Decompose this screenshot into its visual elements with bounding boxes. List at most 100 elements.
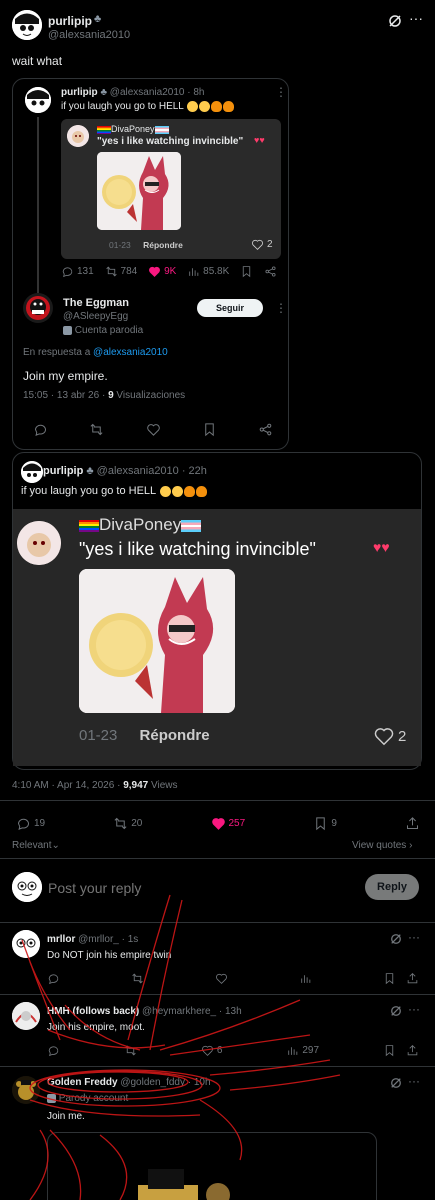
- reply-name[interactable]: mrllor: [47, 934, 75, 945]
- reply-count[interactable]: 131: [61, 265, 94, 278]
- reply-name[interactable]: HMH (follows back): [47, 1006, 139, 1017]
- reply-handle-time: @mrllor_ · 1s: [78, 934, 139, 945]
- second-inner-quote-text: "yes i like watching invincible": [79, 539, 316, 559]
- follow-button[interactable]: Seguir: [197, 299, 263, 317]
- reply-text: Join his empire, moot.: [47, 1022, 145, 1033]
- fire-emoji-icon: [195, 485, 207, 497]
- reply-icon[interactable]: [33, 422, 48, 437]
- laughing-emoji-icon: [171, 485, 183, 497]
- views-icon[interactable]: [299, 972, 312, 985]
- compose-avatar[interactable]: [12, 872, 42, 902]
- inner-quote-likes[interactable]: 2: [251, 238, 273, 251]
- reply-text: Do NOT join his empire twin: [47, 950, 172, 961]
- broken-heart-icon: ♥♥: [373, 539, 390, 555]
- share-icon[interactable]: [405, 816, 420, 831]
- post-reply-count[interactable]: 19: [16, 816, 45, 831]
- more-options-icon[interactable]: ···: [408, 930, 420, 944]
- inner-quote-date: 01-23: [109, 240, 131, 250]
- reply-name[interactable]: Golden Freddy: [47, 1077, 118, 1088]
- reply-avatar[interactable]: [12, 930, 40, 958]
- bookmark-icon[interactable]: [383, 1044, 396, 1057]
- grok-icon[interactable]: [390, 933, 402, 948]
- reply-button[interactable]: Reply: [365, 874, 419, 900]
- sort-relevant[interactable]: Relevant⌄: [12, 840, 60, 851]
- fire-emoji-icon: [223, 101, 235, 112]
- eggman-name[interactable]: The Eggman: [63, 297, 129, 309]
- repost-count[interactable]: 784: [105, 265, 137, 278]
- reply-icon[interactable]: [47, 1044, 60, 1057]
- heart-icon: [374, 728, 394, 746]
- reply-avatar[interactable]: [12, 1076, 40, 1104]
- reply-parody-label: Parody account: [58, 1093, 129, 1104]
- bookmark-icon[interactable]: [240, 265, 253, 278]
- parody-mask-icon: [63, 325, 72, 335]
- reply-media-card[interactable]: [47, 1132, 377, 1200]
- view-count[interactable]: 297: [286, 1044, 319, 1057]
- post-like-count[interactable]: 257: [211, 816, 245, 831]
- second-inner-quote-likes[interactable]: 2: [373, 725, 406, 747]
- post-repost-count[interactable]: 20: [113, 816, 142, 831]
- share-icon[interactable]: [258, 422, 273, 437]
- like-count[interactable]: 6: [201, 1044, 222, 1057]
- quoted-thread-card[interactable]: purlipip ♣ @alexsania2010 · 8h ⋮ if you …: [12, 78, 289, 450]
- post-stats-row: 19 20 257 9: [16, 816, 420, 831]
- main-post-handle[interactable]: @alexsania2010: [48, 29, 130, 41]
- in-reply-handle-link[interactable]: @alexsania2010: [93, 347, 168, 358]
- repost-icon[interactable]: [131, 972, 144, 985]
- eggman-views-label: Visualizaciones: [116, 390, 186, 401]
- grok-icon[interactable]: [388, 14, 402, 31]
- inner-quote-card[interactable]: DivaPoney "yes i like watching invincibl…: [61, 119, 281, 259]
- share-icon[interactable]: [264, 265, 277, 278]
- reply-avatar[interactable]: [12, 1002, 40, 1030]
- like-count[interactable]: 9K: [148, 265, 176, 278]
- heart-icon: [201, 1045, 213, 1056]
- reply-text: Join me.: [47, 1111, 85, 1122]
- second-inner-quote-reply[interactable]: Répondre: [140, 727, 210, 744]
- share-icon[interactable]: [406, 972, 419, 985]
- bookmark-icon[interactable]: [202, 422, 217, 437]
- heart-icon[interactable]: [215, 972, 228, 985]
- grok-icon[interactable]: [390, 1005, 402, 1020]
- view-quotes-link[interactable]: View quotes ›: [352, 840, 412, 851]
- repost-icon[interactable]: [124, 1044, 137, 1057]
- second-inner-quote-image: [79, 569, 235, 713]
- main-post-avatar[interactable]: [12, 10, 42, 40]
- heart-icon[interactable]: [146, 422, 161, 437]
- more-options-icon[interactable]: ⋮: [275, 301, 287, 315]
- more-options-icon[interactable]: ⋮: [275, 85, 287, 99]
- quoted-text: if you laugh you go to HELL: [61, 101, 184, 113]
- view-count[interactable]: 85.8K: [187, 265, 229, 278]
- divaponey-avatar: [17, 521, 61, 565]
- divider: [0, 1066, 435, 1067]
- laughing-emoji-icon: [159, 485, 171, 497]
- post-views-count: 9,947: [123, 780, 149, 791]
- post-time: 4:10 AM · Apr 14, 2026 ·: [12, 780, 121, 791]
- post-bookmark-count[interactable]: 9: [313, 816, 337, 831]
- in-reply-prefix: En respuesta a: [23, 347, 91, 358]
- reply-icon: [62, 267, 73, 278]
- more-options-icon[interactable]: ···: [409, 10, 423, 26]
- inner-quote-reply[interactable]: Répondre: [143, 240, 183, 250]
- eggman-handle[interactable]: @ASleepyEgg: [63, 311, 128, 322]
- eggman-views-count: 9: [108, 390, 114, 401]
- more-options-icon[interactable]: ···: [408, 1074, 420, 1088]
- grok-icon[interactable]: [390, 1077, 402, 1092]
- chevron-down-icon: ⌄: [51, 840, 60, 851]
- eggman-avatar[interactable]: [23, 293, 53, 323]
- reply-input[interactable]: [48, 878, 348, 898]
- more-options-icon[interactable]: ···: [408, 1002, 420, 1016]
- share-icon[interactable]: [406, 1044, 419, 1057]
- divider: [0, 858, 435, 859]
- second-quote-avatar: [21, 461, 43, 483]
- bookmark-icon[interactable]: [383, 972, 396, 985]
- main-post-display-name[interactable]: purlipip: [48, 14, 92, 28]
- reply-handle-time: @golden_fddy · 10h: [120, 1077, 211, 1088]
- second-quote-name: purlipip: [43, 465, 84, 477]
- second-quote-card[interactable]: purlipip ♣ @alexsania2010 · 22h if you l…: [12, 452, 422, 770]
- repost-icon[interactable]: [89, 422, 104, 437]
- second-inner-quote[interactable]: DivaPoney "yes i like watching invincibl…: [13, 509, 421, 766]
- reply-icon[interactable]: [47, 972, 60, 985]
- eggman-actions-row: [33, 422, 273, 437]
- divider: [0, 800, 435, 801]
- second-inner-quote-name: DivaPoney: [99, 515, 182, 534]
